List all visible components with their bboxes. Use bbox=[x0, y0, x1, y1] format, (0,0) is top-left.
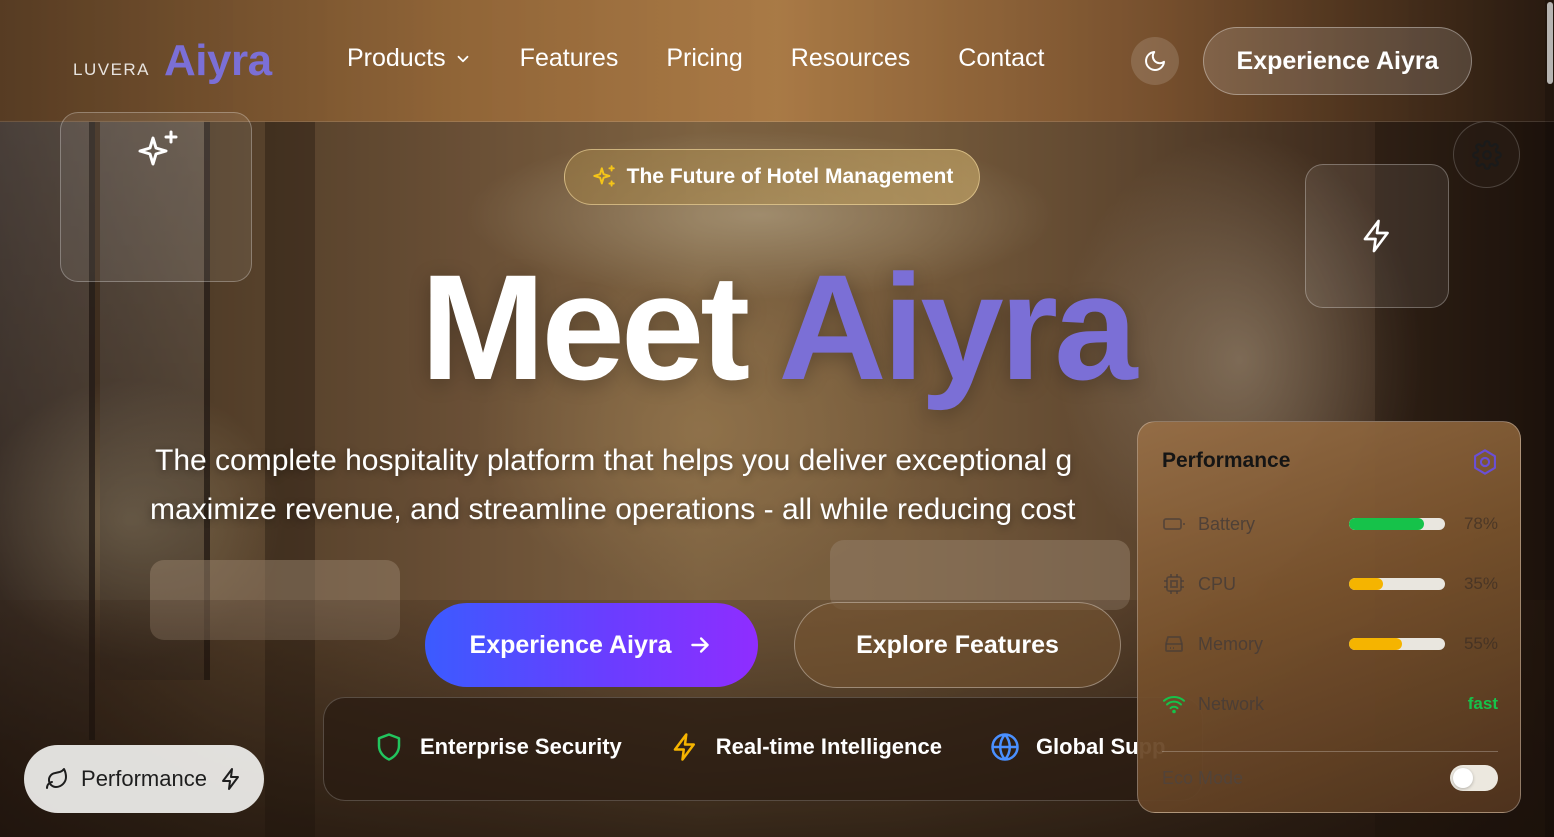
nav-experience-button[interactable]: Experience Aiyra bbox=[1203, 27, 1472, 95]
sparkles-icon bbox=[138, 130, 178, 166]
metric-label: Battery bbox=[1198, 513, 1256, 534]
metric-bar bbox=[1349, 578, 1445, 590]
nav-resources-label: Resources bbox=[790, 44, 911, 72]
feature-enterprise-security: Enterprise Security bbox=[374, 732, 622, 762]
metric-network: Network fast bbox=[1162, 689, 1498, 719]
feature-strip: Enterprise Security Real-time Intelligen… bbox=[323, 697, 1203, 801]
metric-value: 55% bbox=[1463, 634, 1498, 653]
nav-products[interactable]: Products bbox=[347, 44, 472, 73]
wifi-icon bbox=[1163, 696, 1185, 714]
nav-contact-label: Contact bbox=[958, 44, 1045, 72]
bolt-icon bbox=[673, 733, 695, 761]
nav-products-label: Products bbox=[347, 44, 446, 72]
brand-logo[interactable]: LUVERA Aiyra bbox=[73, 36, 272, 86]
feature-list: Enterprise Security Real-time Intelligen… bbox=[374, 732, 1166, 762]
hero-title-part2: Aiyra bbox=[778, 243, 1137, 411]
metric-bar bbox=[1349, 518, 1445, 530]
metric-memory: Memory 55% bbox=[1162, 629, 1498, 659]
metric-value: 35% bbox=[1463, 574, 1498, 593]
main-nav: Products Features Pricing Resources Cont… bbox=[347, 44, 1044, 73]
hero-title: Meet Aiyra bbox=[0, 252, 1554, 402]
battery-icon bbox=[1163, 518, 1185, 530]
nav-features[interactable]: Features bbox=[520, 44, 619, 73]
metric-label: CPU bbox=[1198, 573, 1237, 594]
explore-features-button[interactable]: Explore Features bbox=[794, 602, 1121, 688]
nav-pricing[interactable]: Pricing bbox=[666, 44, 742, 73]
bolt-icon bbox=[1363, 219, 1389, 253]
nav-pricing-label: Pricing bbox=[666, 44, 743, 72]
performance-panel: Performance Battery 78% CPU 35% Memory 5… bbox=[1137, 421, 1521, 813]
settings-float-button[interactable] bbox=[1453, 121, 1520, 188]
metric-value: fast bbox=[1467, 694, 1498, 713]
sparkles-icon bbox=[592, 165, 615, 187]
metric-bar-fill bbox=[1349, 518, 1424, 530]
eco-mode-row: Eco Mode bbox=[1162, 763, 1498, 793]
brand-name: Aiyra bbox=[164, 36, 272, 85]
bolt-icon bbox=[221, 768, 239, 790]
experience-aiyra-button[interactable]: Experience Aiyra bbox=[425, 603, 758, 687]
hero-badge-label: The Future of Hotel Management bbox=[626, 165, 954, 188]
top-navbar: LUVERA Aiyra Products Features Pricing R… bbox=[0, 0, 1554, 122]
metric-bar-fill bbox=[1349, 578, 1383, 590]
settings-icon[interactable] bbox=[1471, 448, 1499, 476]
cpu-icon bbox=[1164, 574, 1184, 594]
feature-realtime-intelligence: Real-time Intelligence bbox=[670, 732, 942, 762]
nav-contact[interactable]: Contact bbox=[958, 44, 1044, 73]
shield-icon bbox=[377, 733, 401, 761]
performance-panel-title: Performance bbox=[1162, 449, 1291, 472]
nav-features-label: Features bbox=[519, 44, 619, 72]
scrollbar-thumb[interactable] bbox=[1547, 2, 1553, 84]
eco-mode-label: Eco Mode bbox=[1162, 767, 1244, 788]
feature-label: Real-time Intelligence bbox=[715, 734, 942, 759]
metric-label: Memory bbox=[1198, 633, 1264, 654]
leaf-icon bbox=[46, 768, 68, 789]
metric-value: 78% bbox=[1463, 514, 1498, 533]
moon-icon bbox=[1145, 51, 1165, 71]
toggle-knob bbox=[1453, 768, 1473, 788]
experience-aiyra-label: Experience Aiyra bbox=[469, 630, 672, 659]
scrollbar-track[interactable] bbox=[1545, 0, 1554, 837]
brand-sub-label: LUVERA bbox=[73, 60, 151, 79]
metric-cpu: CPU 35% bbox=[1162, 569, 1498, 599]
feature-label: Enterprise Security bbox=[420, 734, 622, 759]
gear-icon bbox=[1471, 139, 1502, 170]
panel-divider bbox=[1162, 751, 1498, 752]
theme-toggle-button[interactable] bbox=[1131, 37, 1179, 85]
metric-bar-fill bbox=[1349, 638, 1402, 650]
hero-badge: The Future of Hotel Management bbox=[564, 149, 980, 205]
performance-toggle-button[interactable]: Performance bbox=[24, 745, 264, 813]
hero-title-part1: Meet bbox=[420, 243, 750, 411]
nav-resources[interactable]: Resources bbox=[791, 44, 911, 73]
metric-bar bbox=[1349, 638, 1445, 650]
eco-mode-toggle[interactable] bbox=[1450, 765, 1498, 791]
memory-icon bbox=[1165, 636, 1183, 652]
metric-label: Network bbox=[1198, 693, 1265, 714]
arrow-right-icon bbox=[691, 637, 710, 653]
metric-battery: Battery 78% bbox=[1162, 509, 1498, 539]
chevron-down-icon bbox=[457, 55, 469, 62]
performance-pill-label: Performance bbox=[81, 766, 207, 791]
globe-icon bbox=[991, 733, 1019, 761]
